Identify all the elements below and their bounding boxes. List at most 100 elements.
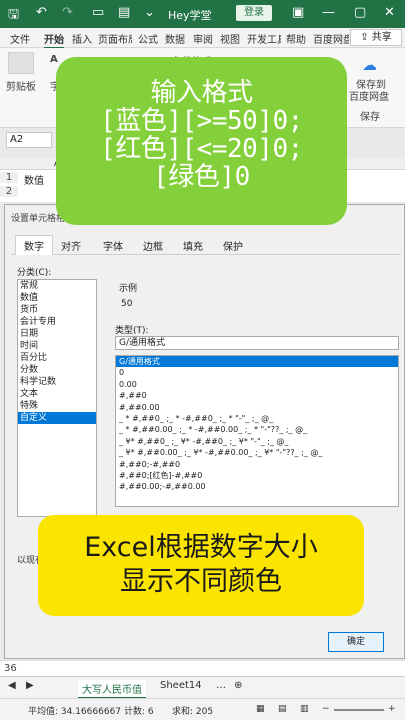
category-item[interactable]: 会计专用: [18, 316, 96, 328]
category-list[interactable]: 常规 数值 货币 会计专用 日期 时间 百分比 分数 科学记数 文本 特殊 自定…: [17, 279, 97, 517]
tab-formulas[interactable]: 公式: [138, 31, 158, 46]
caption-line: Excel根据数字大小: [84, 532, 318, 563]
tab-page-layout[interactable]: 页面布局: [98, 31, 132, 46]
category-item-selected[interactable]: 自定义: [18, 412, 96, 424]
tab-border[interactable]: 边框: [143, 238, 163, 253]
share-icon: ⇪: [360, 32, 369, 43]
status-average: 平均值: 34.16666667: [28, 707, 122, 717]
category-item[interactable]: 数值: [18, 292, 96, 304]
share-label: 共享: [371, 32, 392, 43]
clipboard-group-label: 剪贴板: [6, 82, 36, 93]
tab-protection[interactable]: 保护: [223, 238, 243, 253]
maximize-icon[interactable]: ▢: [354, 5, 366, 20]
overlay-line: 输入格式: [150, 78, 253, 108]
login-button[interactable]: 登录: [236, 5, 272, 21]
tab-home[interactable]: 开始: [44, 31, 64, 49]
format-item[interactable]: #,##0.00;-#,##0.00: [116, 481, 398, 492]
save-icon[interactable]: 🖫: [8, 5, 19, 27]
caption-line: 显示不同颜色: [120, 566, 282, 597]
customize-quick-access-icon[interactable]: ⌄: [144, 5, 155, 20]
undo-icon[interactable]: ↶: [36, 5, 47, 20]
tab-view[interactable]: 视图: [220, 31, 240, 46]
name-box[interactable]: A2: [6, 132, 52, 148]
sheet-tab-active[interactable]: 大写人民币值: [78, 680, 146, 699]
format-item[interactable]: _ ¥* #,##0.00_ ;_ ¥* -#,##0.00_ ;_ ¥* "-…: [116, 447, 398, 458]
format-item-selected[interactable]: G/通用格式: [116, 356, 398, 368]
tab-data[interactable]: 数据: [165, 31, 185, 46]
tab-file[interactable]: 文件: [10, 31, 30, 46]
type-input[interactable]: G/通用格式: [115, 336, 399, 350]
format-item[interactable]: #,##0.00: [116, 402, 398, 413]
row-header[interactable]: 1: [0, 172, 18, 183]
format-code-overlay: 输入格式 [蓝色][>=50]0; [红色][<=20]0; [绿色]0: [56, 57, 347, 225]
row-header[interactable]: 2: [0, 186, 18, 197]
category-item[interactable]: 常规: [18, 280, 96, 292]
redo-icon[interactable]: ↷: [62, 5, 73, 20]
tab-number[interactable]: 数字: [15, 235, 53, 255]
category-item[interactable]: 特殊: [18, 400, 96, 412]
overlay-line: [红色][<=20]0;: [100, 134, 303, 164]
category-item[interactable]: 货币: [18, 304, 96, 316]
share-button[interactable]: ⇪ 共享: [350, 29, 402, 46]
zoom-slider[interactable]: [334, 709, 384, 711]
category-item[interactable]: 文本: [18, 388, 96, 400]
category-item[interactable]: 分数: [18, 364, 96, 376]
cell-a1[interactable]: 数值: [24, 172, 44, 187]
type-label: 类型(T):: [115, 326, 149, 336]
grid-row[interactable]: 36: [0, 660, 405, 676]
zoom-in-icon[interactable]: +: [388, 704, 396, 714]
page-break-view-icon[interactable]: ▥: [300, 704, 309, 714]
tab-developer[interactable]: 开发工具: [247, 31, 281, 46]
new-file-icon[interactable]: ▭: [92, 5, 104, 20]
page-layout-view-icon[interactable]: ▤: [278, 704, 287, 714]
format-item[interactable]: 0: [116, 367, 398, 378]
format-item[interactable]: #,##0;[红色]-#,##0: [116, 470, 398, 481]
minimize-icon[interactable]: —: [322, 5, 335, 20]
tab-alignment[interactable]: 对齐: [61, 238, 81, 253]
document-title: Hey学堂: [168, 9, 212, 22]
format-item[interactable]: _ ¥* #,##0_ ;_ ¥* -#,##0_ ;_ ¥* "-"_ ;_ …: [116, 436, 398, 447]
font-icon[interactable]: A: [50, 54, 58, 65]
sheet-nav-left-icon[interactable]: ◀: [8, 680, 16, 691]
tab-baidu-disk[interactable]: 百度网盘: [313, 31, 349, 46]
tab-insert[interactable]: 插入: [72, 31, 92, 46]
format-item[interactable]: _ * #,##0.00_ ;_ * -#,##0.00_ ;_ * "-"??…: [116, 424, 398, 435]
ribbon-tabs: 文件 开始 插入 页面布局 公式 数据 审阅 视图 开发工具 帮助 百度网盘 ⇪…: [0, 28, 405, 49]
more-sheets-icon[interactable]: …: [216, 680, 226, 691]
status-bar: 平均值: 34.16666667 计数: 6 求和: 205 ▦ ▤ ▥ − +: [0, 698, 405, 720]
overlay-line: [绿色]0: [153, 162, 250, 192]
category-item[interactable]: 时间: [18, 340, 96, 352]
format-item[interactable]: 0.00: [116, 379, 398, 390]
tab-fill[interactable]: 填充: [183, 238, 203, 253]
tab-font[interactable]: 字体: [103, 238, 123, 253]
format-item[interactable]: #,##0: [116, 390, 398, 401]
category-item[interactable]: 百分比: [18, 352, 96, 364]
status-sum: 求和: 205: [172, 707, 214, 717]
baidu-cloud-icon[interactable]: ☁: [362, 56, 377, 74]
format-item[interactable]: _ * #,##0_ ;_ * -#,##0_ ;_ * "-"_ ;_ @_: [116, 413, 398, 424]
normal-view-icon[interactable]: ▦: [256, 704, 265, 714]
open-file-icon[interactable]: ▤: [118, 5, 130, 20]
close-icon[interactable]: ✕: [384, 5, 395, 20]
baidu-disk-label[interactable]: 百度网盘: [349, 88, 389, 103]
overlay-line: [蓝色][>=50]0;: [100, 106, 303, 136]
zoom-out-icon[interactable]: −: [322, 704, 330, 714]
format-item[interactable]: #,##0;-#,##0: [116, 459, 398, 470]
tab-review[interactable]: 审阅: [193, 31, 213, 46]
sample-value: 50: [121, 299, 133, 309]
sheet-tab[interactable]: Sheet14: [160, 680, 202, 691]
sheet-tab-bar: ◀ ▶ 大写人民币值 Sheet14 … ⊕: [0, 676, 405, 699]
ok-button[interactable]: 确定: [328, 632, 384, 652]
paste-icon[interactable]: [8, 52, 34, 74]
category-item[interactable]: 日期: [18, 328, 96, 340]
add-sheet-icon[interactable]: ⊕: [234, 680, 242, 691]
row-header[interactable]: 36: [4, 663, 17, 674]
tab-help[interactable]: 帮助: [286, 31, 306, 46]
status-count: 计数: 6: [124, 707, 154, 717]
sheet-nav-right-icon[interactable]: ▶: [26, 680, 34, 691]
format-list[interactable]: G/通用格式 0 0.00 #,##0 #,##0.00 _ * #,##0_ …: [115, 355, 399, 507]
ribbon-display-icon[interactable]: ▣: [292, 5, 304, 20]
save-group-label: 保存: [360, 112, 380, 123]
category-item[interactable]: 科学记数: [18, 376, 96, 388]
dialog-tabs: 数字 对齐 字体 边框 填充 保护: [11, 235, 401, 255]
